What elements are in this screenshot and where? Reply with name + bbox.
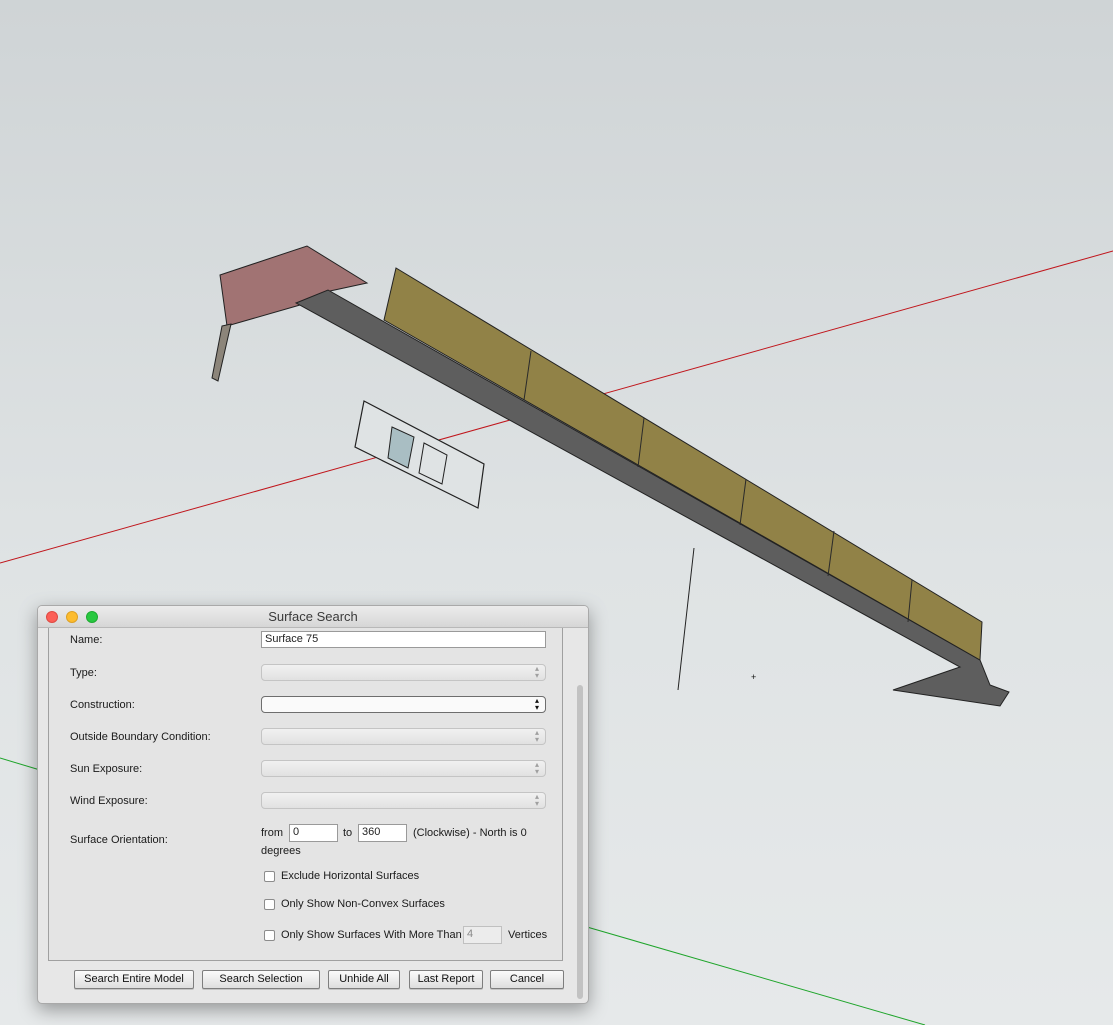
chevron-up-down-icon: ▴ ▾: [534, 664, 539, 680]
orientation-from-input[interactable]: 0: [289, 824, 338, 842]
orientation-note: (Clockwise) - North is 0: [413, 827, 527, 839]
green-axis: [0, 757, 41, 771]
cursor-mark: +: [751, 672, 756, 682]
search-selection-button[interactable]: Search Selection: [202, 970, 320, 989]
name-input[interactable]: Surface 75: [261, 631, 546, 648]
chevron-up-down-icon: ▴ ▾: [534, 760, 539, 776]
chevron-up-down-icon: ▴ ▾: [534, 792, 539, 808]
type-select[interactable]: ▴ ▾: [261, 664, 546, 681]
more-than-vertices-label: Only Show Surfaces With More Than: [281, 929, 462, 941]
sun-exposure-label: Sun Exposure:: [70, 763, 143, 775]
cancel-button[interactable]: Cancel: [490, 970, 564, 989]
non-convex-checkbox[interactable]: [264, 899, 275, 910]
unhide-all-button[interactable]: Unhide All: [328, 970, 400, 989]
exclude-horizontal-checkbox[interactable]: [264, 871, 275, 882]
dialog-titlebar[interactable]: Surface Search: [38, 606, 588, 628]
last-report-button[interactable]: Last Report: [409, 970, 483, 989]
outside-boundary-label: Outside Boundary Condition:: [70, 731, 211, 743]
stray-edge: [677, 547, 695, 691]
non-convex-label: Only Show Non-Convex Surfaces: [281, 898, 445, 910]
vertices-count-input[interactable]: 4: [463, 926, 502, 944]
construction-label: Construction:: [70, 699, 135, 711]
dialog-scrollbar[interactable]: [576, 628, 584, 1001]
search-entire-model-button[interactable]: Search Entire Model: [74, 970, 194, 989]
orientation-to-input[interactable]: 360: [358, 824, 407, 842]
flap-surface[interactable]: [211, 323, 232, 382]
type-label: Type:: [70, 667, 97, 679]
orientation-note-degrees: degrees: [261, 845, 301, 857]
exclude-horizontal-label: Exclude Horizontal Surfaces: [281, 870, 420, 882]
wind-exposure-label: Wind Exposure:: [70, 795, 148, 807]
vertices-label: Vertices: [508, 929, 548, 941]
orientation-to-label: to: [343, 827, 353, 839]
orientation-from-label: from: [261, 827, 283, 839]
scrollbar-thumb[interactable]: [577, 685, 583, 999]
dialog-title: Surface Search: [268, 609, 358, 624]
green-axis-right: [586, 926, 926, 1025]
construction-select[interactable]: ▴ ▾: [261, 696, 546, 713]
sun-exposure-select[interactable]: ▴ ▾: [261, 760, 546, 777]
chevron-up-down-icon: ▴ ▾: [534, 696, 539, 712]
outside-boundary-select[interactable]: ▴ ▾: [261, 728, 546, 745]
surface-search-dialog: Surface Search Name: Surface 75 Type: ▴ ▾…: [37, 605, 589, 1004]
orientation-label: Surface Orientation:: [70, 834, 168, 846]
name-label: Name:: [70, 634, 103, 646]
wind-exposure-select[interactable]: ▴ ▾: [261, 792, 546, 809]
more-than-vertices-checkbox[interactable]: [264, 930, 275, 941]
window-frame[interactable]: [354, 400, 485, 509]
chevron-up-down-icon: ▴ ▾: [534, 728, 539, 744]
